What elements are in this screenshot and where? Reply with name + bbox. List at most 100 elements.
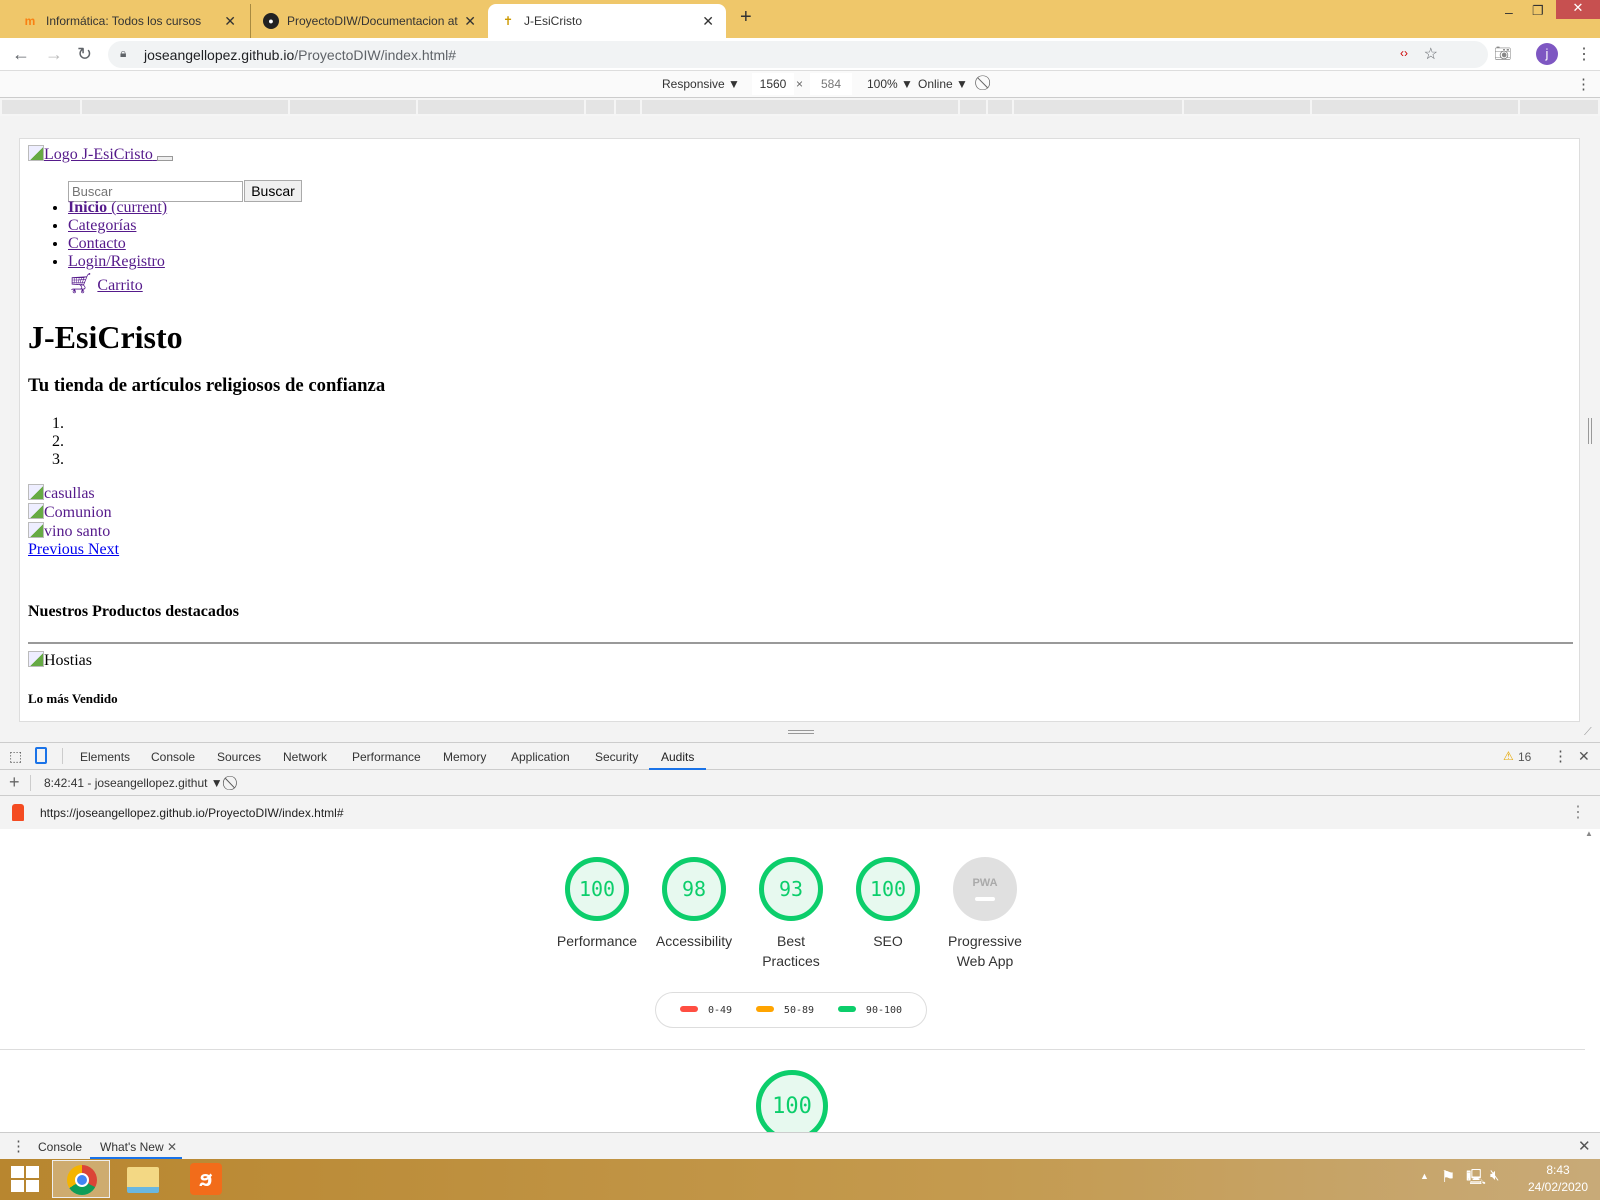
- media-query-segment[interactable]: [616, 100, 640, 114]
- bookmark-star-icon[interactable]: ☆: [1424, 44, 1438, 64]
- report-menu-icon[interactable]: ⋮: [1570, 802, 1586, 822]
- resize-handle-right[interactable]: [1588, 418, 1592, 444]
- restore-button[interactable]: ❐: [1532, 3, 1544, 19]
- report-select[interactable]: 8:42:41 - joseangellopez.githut ▼: [44, 776, 223, 790]
- tab-elements[interactable]: Elements: [80, 750, 130, 764]
- network-icon[interactable]: 🖳︎: [1466, 1167, 1486, 1192]
- media-query-segment[interactable]: [2, 100, 80, 114]
- nav-link-contacto[interactable]: Contacto: [68, 235, 126, 252]
- media-query-segment[interactable]: [418, 100, 584, 114]
- tab-informatica[interactable]: m Informática: Todos los cursos ✕: [10, 4, 248, 38]
- cart-label[interactable]: Carrito: [97, 277, 142, 294]
- browser-menu-icon[interactable]: ⋮: [1576, 44, 1592, 64]
- volume-muted-icon[interactable]: 🔇︎: [1490, 1167, 1499, 1184]
- media-query-segment[interactable]: [960, 100, 986, 114]
- search-button[interactable]: Buscar: [244, 180, 302, 202]
- viewport-height-input[interactable]: 584: [810, 73, 852, 95]
- forward-icon[interactable]: →: [45, 44, 63, 65]
- media-query-segment[interactable]: [1520, 100, 1598, 114]
- gauge-best-practices[interactable]: 93 Best Practices: [736, 857, 846, 971]
- drawer-menu-icon[interactable]: ⋮: [11, 1137, 26, 1155]
- chrome-taskbar-button[interactable]: [52, 1160, 110, 1198]
- cart-link[interactable]: 🛒︎ Carrito: [68, 271, 143, 296]
- media-query-bar[interactable]: [0, 98, 1600, 116]
- blocked-content-icon[interactable]: ‹›: [1400, 46, 1408, 60]
- drawer-tab-console[interactable]: Console: [38, 1140, 82, 1154]
- carousel-indicator[interactable]: 1.: [52, 415, 64, 433]
- profile-avatar[interactable]: j: [1536, 43, 1558, 65]
- tab-console[interactable]: Console: [151, 750, 195, 764]
- navbar-toggler-button[interactable]: [156, 156, 173, 161]
- tab-application[interactable]: Application: [511, 750, 570, 764]
- tab-security[interactable]: Security: [595, 750, 638, 764]
- network-throttle-select[interactable]: Online ▼: [918, 77, 968, 91]
- close-window-button[interactable]: ✕: [1556, 0, 1600, 19]
- resize-handle-bottom[interactable]: [788, 730, 814, 734]
- gauge-pwa[interactable]: PWA Progressive Web App: [930, 857, 1040, 971]
- nav-link-login[interactable]: Login/Registro: [68, 253, 165, 270]
- devtools-menu-icon[interactable]: ⋮: [1553, 747, 1568, 765]
- nav-link-inicio[interactable]: Inicio (current): [68, 199, 167, 216]
- back-icon[interactable]: ←: [12, 44, 30, 65]
- close-drawer-icon[interactable]: ✕: [1578, 1137, 1591, 1155]
- warning-count[interactable]: 16: [1518, 750, 1531, 764]
- action-center-icon[interactable]: ⚑: [1441, 1167, 1455, 1187]
- gauge-seo[interactable]: 100 SEO: [833, 857, 943, 951]
- show-hidden-icons[interactable]: ▲: [1420, 1171, 1429, 1181]
- report-url[interactable]: https://joseangellopez.github.io/Proyect…: [40, 806, 344, 820]
- carousel-image-casullas: casullas: [28, 484, 119, 503]
- device-mode-select[interactable]: Responsive ▼: [662, 77, 740, 91]
- tab-j-esicristo[interactable]: ✝ J-EsiCristo ✕: [488, 4, 726, 38]
- media-query-segment[interactable]: [586, 100, 614, 114]
- gauge-performance[interactable]: 100 Performance: [542, 857, 652, 951]
- tab-network[interactable]: Network: [283, 750, 327, 764]
- reload-icon[interactable]: ↻: [77, 44, 92, 65]
- clock[interactable]: 8:43 24/02/2020: [1520, 1162, 1596, 1196]
- close-tab-icon[interactable]: ✕: [224, 13, 236, 30]
- close-tab-icon[interactable]: ✕: [702, 13, 714, 30]
- media-query-segment[interactable]: [290, 100, 416, 114]
- media-query-segment[interactable]: [988, 100, 1012, 114]
- tab-performance[interactable]: Performance: [352, 750, 421, 764]
- camera-icon[interactable]: 📷︎: [1494, 45, 1512, 62]
- media-query-segment[interactable]: [82, 100, 288, 114]
- score-value: 93: [759, 857, 823, 921]
- media-query-segment[interactable]: [642, 100, 958, 114]
- new-audit-icon[interactable]: +: [9, 772, 20, 793]
- device-toolbar-menu-icon[interactable]: ⋮: [1576, 75, 1591, 93]
- windows-start-icon[interactable]: [11, 1166, 39, 1192]
- nav-link-categorias[interactable]: Categorías: [68, 217, 136, 234]
- logo-alt-text[interactable]: Logo J-EsiCristo: [44, 146, 153, 163]
- carousel-prev-next[interactable]: Previous Next: [28, 541, 119, 558]
- tab-memory[interactable]: Memory: [443, 750, 486, 764]
- url-input[interactable]: 🔒︎ joseangellopez.github.io/ProyectoDIW/…: [108, 41, 1488, 68]
- viewport-width-input[interactable]: 1560: [752, 73, 794, 95]
- scroll-up-arrow[interactable]: ▲: [1585, 829, 1593, 838]
- zoom-select[interactable]: 100% ▼: [867, 77, 913, 91]
- broken-image-icon: [28, 145, 44, 161]
- media-query-segment[interactable]: [1184, 100, 1310, 114]
- media-query-segment[interactable]: [1014, 100, 1182, 114]
- media-query-segment[interactable]: [1312, 100, 1518, 114]
- tab-sources[interactable]: Sources: [217, 750, 261, 764]
- carousel-indicator[interactable]: 2.: [52, 433, 64, 451]
- minimize-button[interactable]: –: [1505, 4, 1513, 20]
- tab-github[interactable]: ● ProyectoDIW/Documentacion at ✕: [250, 4, 488, 38]
- best-seller-heading: Lo más Vendido: [28, 691, 118, 706]
- section-divider: [0, 1049, 1585, 1050]
- tab-audits[interactable]: Audits: [661, 750, 694, 764]
- file-explorer-icon[interactable]: [127, 1167, 159, 1193]
- warning-icon[interactable]: ⚠: [1503, 749, 1514, 763]
- broken-image-icon: [28, 503, 44, 519]
- drawer-tab-whats-new[interactable]: What's New ✕: [90, 1133, 182, 1159]
- close-tab-icon[interactable]: ✕: [464, 13, 476, 30]
- resize-corner-icon[interactable]: ⟋: [1584, 726, 1592, 739]
- device-toggle-icon[interactable]: [35, 747, 47, 764]
- gauge-accessibility[interactable]: 98 Accessibility: [639, 857, 749, 951]
- carousel-indicator[interactable]: 3.: [52, 451, 64, 469]
- inspect-element-icon[interactable]: ⬚: [9, 748, 22, 765]
- new-tab-button[interactable]: +: [740, 6, 752, 29]
- xampp-icon[interactable]: ϧ: [190, 1163, 222, 1195]
- close-devtools-icon[interactable]: ✕: [1578, 748, 1590, 765]
- logo-link[interactable]: Logo J-EsiCristo: [28, 145, 173, 164]
